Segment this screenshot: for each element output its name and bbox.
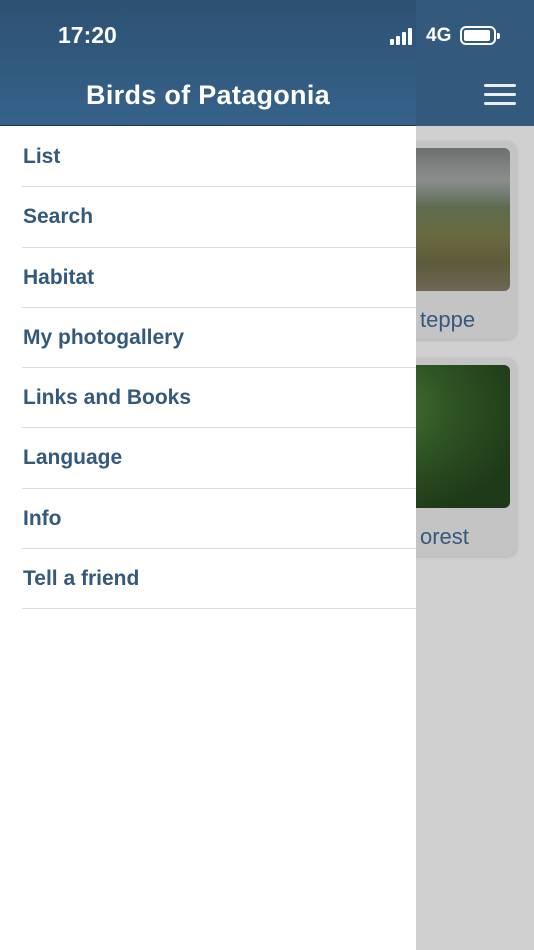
battery-icon [460,26,500,45]
menu-item-label: Language [23,446,123,470]
hamburger-menu-icon[interactable] [482,84,518,108]
menu-item-label: Links and Books [23,386,192,410]
signal-bars-icon [390,27,416,45]
network-type: 4G [426,25,452,46]
menu-item-label: Tell a friend [23,567,140,591]
drawer-menu-list: List Search Habitat My photogallery Link… [0,127,416,610]
menu-item-label: Habitat [23,265,95,289]
menu-item-info[interactable]: Info [22,489,416,550]
menu-item-links-and-books[interactable]: Links and Books [22,368,416,429]
status-bar: 17:20 4G [0,0,534,72]
menu-item-language[interactable]: Language [22,428,416,489]
habitat-card-label: teppe [420,307,476,332]
menu-item-label: Info [23,506,62,530]
menu-item-list[interactable]: List [22,127,416,188]
menu-item-tell-a-friend[interactable]: Tell a friend [22,549,416,610]
menu-item-habitat[interactable]: Habitat [22,248,416,308]
menu-item-label: List [23,145,61,168]
app-screen: teppe orest Birds of Patagonia List Sear… [0,0,534,950]
app-title: Birds of Patagonia [86,80,330,110]
navigation-drawer: Birds of Patagonia List Search Habitat M… [0,0,416,950]
habitat-card-label: orest [420,524,469,549]
menu-item-label: Search [23,205,94,229]
menu-item-label: My photogallery [23,325,185,349]
menu-item-search[interactable]: Search [22,187,416,248]
status-time: 17:20 [58,22,117,48]
menu-item-my-photogallery[interactable]: My photogallery [22,308,416,369]
